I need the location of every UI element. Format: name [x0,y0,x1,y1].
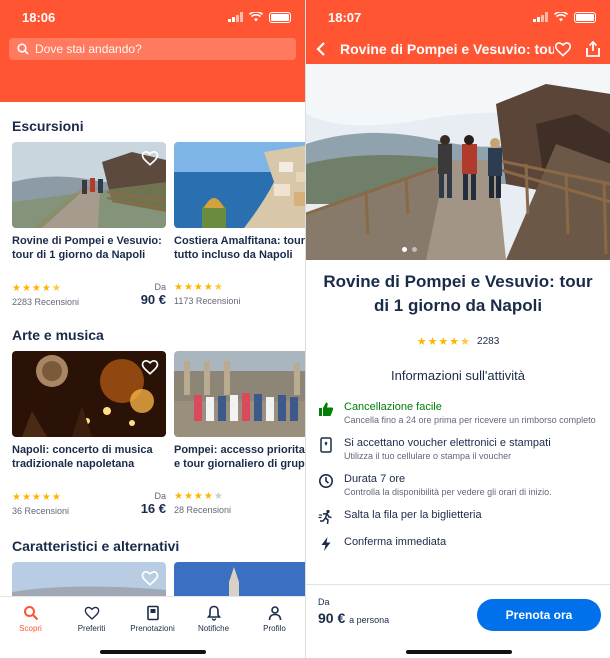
search-icon [17,43,29,55]
art-music-carousel[interactable]: Napoli: concerto di musica tradizionale … [0,351,305,516]
tab-label: Prenotazioni [130,624,175,633]
tab-profilo[interactable]: Profilo [245,605,305,658]
review-count: 36 Recensioni [12,506,70,516]
user-icon [268,606,281,621]
booking-icon [146,605,159,621]
feature-item: Durata 7 ore Controlla la disponibilità … [318,473,598,498]
feature-subtitle: Cancella fino a 24 ore prima per ricever… [344,415,596,425]
feature-item: Si accettano voucher elettronici e stamp… [318,437,598,462]
rating-stars: ★★★★★ [12,492,62,503]
back-chevron-icon[interactable] [316,42,326,56]
gallery-pagination [402,247,417,252]
favorite-heart-icon[interactable] [141,569,159,587]
activity-detail-screen: 18:07 Rovine di Pompei e Vesuvio: tour d… [305,0,610,658]
feature-title: Conferma immediata [344,536,447,548]
discover-screen: 18:06 Escursioni [0,0,305,658]
card-title: Rovine di Pompei e Vesuvio: tour di 1 gi… [12,235,162,261]
home-indicator [406,650,512,654]
tab-label: Scopri [19,624,42,633]
rating-stars: ★★★★★ [174,491,224,502]
feature-item: Cancellazione facile Cancella fino a 24 … [318,401,598,426]
activity-title: Rovine di Pompei e Vesuvio: tour di 1 gi… [323,272,593,315]
signal-icon [228,12,243,22]
status-time: 18:06 [22,9,56,25]
feature-item: Conferma immediata [318,536,598,552]
favorite-heart-icon[interactable] [141,358,159,376]
section-title: Arte e musica [12,327,104,343]
favorite-heart-icon[interactable] [141,149,159,167]
review-count: 2283 Recensioni [12,297,80,307]
nav-title: Rovine di Pompei e Vesuvio: tour di 1 gi… [340,41,554,57]
favorite-heart-icon[interactable] [554,41,572,57]
tab-label: Notifiche [197,624,230,633]
feature-title: Si accettano voucher elettronici e stamp… [344,437,551,449]
heart-icon [84,606,99,620]
card-image-concert [12,351,166,437]
status-bar: 18:06 [0,0,305,34]
card-title: Costiera Amalfitana: tour tutto incluso … [174,235,305,261]
price: 16 € [140,501,166,516]
review-count[interactable]: 2283 [477,336,499,347]
tab-label: Preferiti [77,624,106,633]
tab-label: Profilo [263,624,286,633]
excursions-carousel[interactable]: Rovine di Pompei e Vesuvio: tour di 1 gi… [0,142,305,307]
feature-subtitle: Utilizza il tuo cellulare o stampa il vo… [344,451,512,461]
status-bar: 18:07 [306,0,610,34]
price: 90 € [140,292,166,307]
feature-subtitle: Controlla la disponibilità per vedere gl… [344,487,552,497]
feature-title: Salta la fila per la biglietteria [344,509,482,521]
rating-stars: ★★★★★ [416,336,472,348]
product-card[interactable]: Rovine di Pompei e Vesuvio: tour di 1 gi… [12,142,166,307]
product-card[interactable]: Napoli: concerto di musica tradizionale … [12,351,166,516]
rating-stars: ★★★★★ [174,282,224,293]
nav-bar: Rovine di Pompei e Vesuvio: tour di 1 gi… [306,34,610,64]
price-prefix: Da [154,491,166,501]
tab-bar: Scopri Preferiti Prenotazioni Notifiche … [0,596,305,658]
price-prefix: Da [318,597,330,607]
status-time: 18:07 [328,9,362,25]
rating-stars: ★★★★★ [12,283,62,294]
feature-list: Cancellazione facile Cancella fino a 24 … [306,401,610,552]
section-title: Caratteristici e alternativi [12,538,180,554]
booking-bar: Da 90 € a persona Prenota ora [306,584,610,658]
share-icon[interactable] [586,41,600,57]
search-bar[interactable] [9,38,296,60]
feature-item: Salta la fila per la biglietteria [318,509,598,525]
product-card[interactable]: Pompei: accesso prioritario e tour giorn… [174,351,305,516]
clock-icon [319,474,333,488]
feature-title: Cancellazione facile [344,401,442,413]
price: 90 € [318,610,346,626]
wifi-icon [554,12,568,22]
wifi-icon [249,12,263,22]
review-count: 1173 Recensioni [174,296,241,306]
mobile-ticket-icon [320,437,332,453]
price-prefix: Da [154,282,166,292]
home-indicator [100,650,206,654]
card-image-ruins [174,351,305,437]
signal-icon [533,12,548,22]
info-section-title: Informazioni sull'attività [391,368,525,383]
card-image-coast [174,142,305,228]
card-title: Pompei: accesso prioritario e tour giorn… [174,444,305,470]
card-title: Napoli: concerto di musica tradizionale … [12,444,153,470]
price-unit: a persona [349,615,390,625]
bell-icon [206,605,221,621]
photo-gallery[interactable] [306,64,610,260]
section-title: Escursioni [12,118,84,134]
battery-icon [574,11,596,23]
book-now-button[interactable]: Prenota ora [477,599,601,631]
tab-scopri[interactable]: Scopri [1,605,61,658]
feature-title: Durata 7 ore [344,473,406,485]
card-image-hiking [12,142,166,228]
search-icon [23,606,38,621]
product-card[interactable]: Costiera Amalfitana: tour tutto incluso … [174,142,305,307]
review-count: 28 Recensioni [174,505,232,515]
lightning-icon [321,537,331,551]
battery-icon [269,11,291,23]
thumbs-up-icon [319,402,334,416]
skip-line-icon [318,509,332,525]
search-input[interactable] [35,42,275,56]
